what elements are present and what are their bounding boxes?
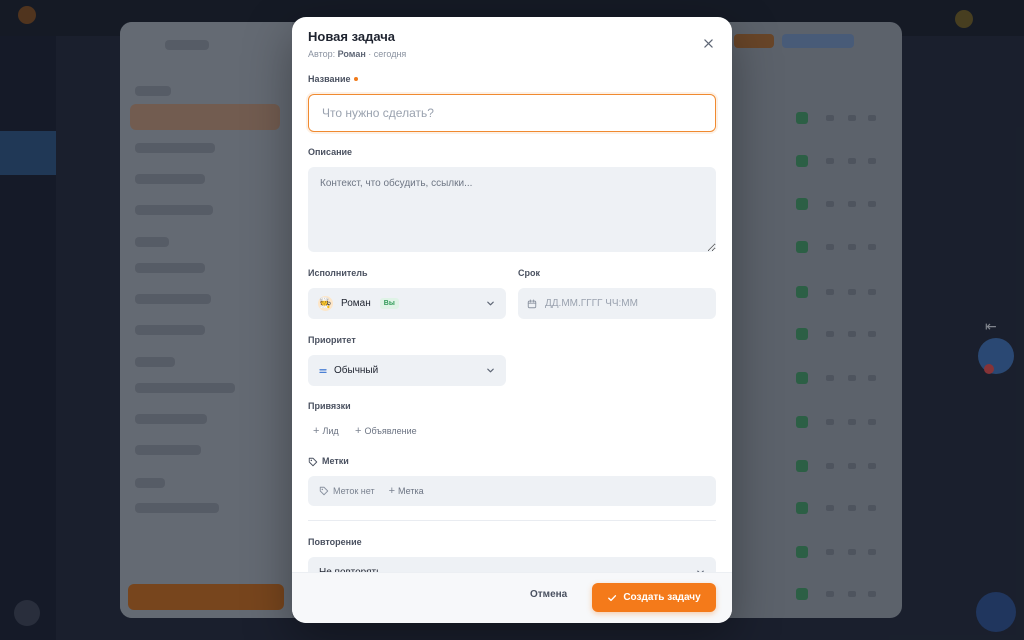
add-ad-link-button[interactable]: + Объявление <box>355 425 417 437</box>
new-task-dialog: Новая задача Автор: Роман · сегодня Назв… <box>292 17 732 623</box>
chevron-down-icon <box>487 368 494 373</box>
dialog-footer: Отмена Создать задачу <box>292 572 732 623</box>
dialog-author-line: Автор: Роман · сегодня <box>308 49 716 60</box>
due-date-input[interactable]: ДД.ММ.ГГГГ ЧЧ:ММ <box>518 288 716 319</box>
you-badge: Вы <box>379 298 399 309</box>
title-input[interactable] <box>308 94 716 132</box>
plus-icon: + <box>313 425 320 437</box>
check-icon <box>608 594 617 601</box>
plus-icon: + <box>355 425 362 437</box>
cancel-button[interactable]: Отмена <box>530 589 567 600</box>
tags-label-text: Метки <box>322 456 349 466</box>
repeat-label: Повторение <box>308 537 362 547</box>
avatar: 🧑‍🍳 <box>318 296 333 311</box>
required-marker <box>354 76 359 81</box>
tags-empty-state: Меток нет <box>319 486 375 496</box>
priority-value: Обычный <box>334 365 379 376</box>
add-lead-link-button[interactable]: + Лид <box>313 425 339 437</box>
create-task-label: Создать задачу <box>623 592 701 603</box>
tags-empty-text: Меток нет <box>333 486 375 496</box>
close-button[interactable] <box>700 35 716 51</box>
add-tag-button[interactable]: + Метка <box>389 485 424 497</box>
due-label: Срок <box>518 268 540 278</box>
create-task-button[interactable]: Создать задачу <box>592 583 716 612</box>
divider <box>308 520 716 521</box>
tags-field: Меток нет + Метка <box>308 476 716 506</box>
tags-label: Метки <box>308 456 349 467</box>
author-prefix: Автор: <box>308 49 336 59</box>
priority-equals-icon <box>319 368 327 373</box>
tag-icon <box>319 486 329 496</box>
assignee-select[interactable]: 🧑‍🍳 Роман Вы <box>308 288 506 319</box>
dialog-header: Новая задача Автор: Роман · сегодня <box>308 29 716 60</box>
links-label: Привязки <box>308 401 351 411</box>
assignee-value: Роман <box>341 298 371 309</box>
dialog-title: Новая задача <box>308 29 396 44</box>
assignee-label: Исполнитель <box>308 268 368 278</box>
chevron-down-icon <box>487 301 494 306</box>
priority-select[interactable]: Обычный <box>308 355 506 386</box>
author-name: Роман <box>337 49 366 59</box>
tag-icon <box>308 457 318 466</box>
plus-icon: + <box>388 485 396 497</box>
calendar-icon <box>527 299 537 308</box>
description-label: Описание <box>308 147 353 157</box>
author-date: · сегодня <box>368 49 407 59</box>
add-lead-label: Лид <box>322 426 339 436</box>
due-date-placeholder: ДД.ММ.ГГГГ ЧЧ:ММ <box>545 298 638 309</box>
add-tag-label: Метка <box>398 486 424 496</box>
priority-label: Приоритет <box>308 335 356 345</box>
add-ad-label: Объявление <box>364 426 417 436</box>
title-label: Название <box>308 74 359 85</box>
description-input[interactable] <box>308 167 716 252</box>
title-label-text: Название <box>308 74 351 84</box>
close-icon <box>703 38 713 48</box>
